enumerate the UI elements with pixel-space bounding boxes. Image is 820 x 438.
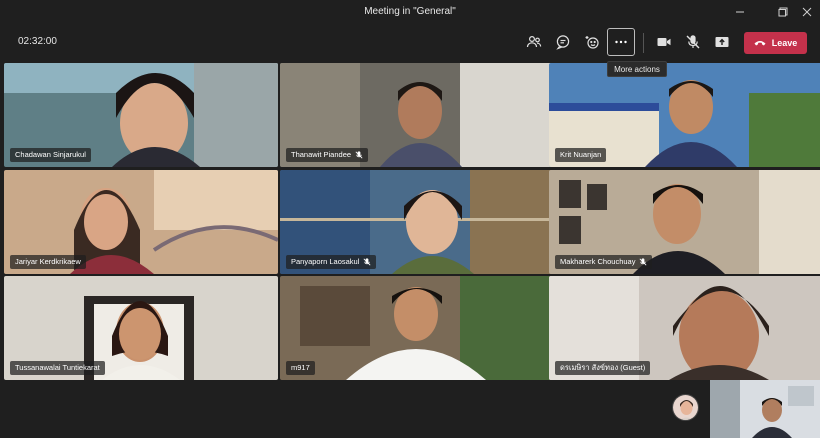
self-video-preview[interactable] xyxy=(710,380,820,438)
avatar-image xyxy=(673,395,698,420)
participant-name-tag: ดรเมษิรา สังข์ทอง (Guest) xyxy=(555,361,651,375)
more-actions-tooltip: More actions xyxy=(607,61,667,77)
video-feed xyxy=(280,276,554,380)
mic-off-icon xyxy=(355,151,363,159)
phone-hangup-icon xyxy=(754,41,766,46)
chat-button[interactable] xyxy=(549,28,577,56)
participant-name-tag: Panyaporn Laosakul xyxy=(286,255,377,269)
participant-name: Krit Nuanjan xyxy=(560,150,602,159)
participant-tile[interactable]: Thanawit Piandee xyxy=(280,63,554,167)
leave-label: Leave xyxy=(771,38,798,48)
meeting-toolbar: 02:32:00 Leave xyxy=(0,24,820,60)
mic-off-icon xyxy=(639,258,647,266)
participant-name: Thanawit Piandee xyxy=(291,150,352,159)
minimize-icon xyxy=(736,11,744,13)
participant-name-tag: Thanawit Piandee xyxy=(286,148,369,162)
participant-tile[interactable]: Chadawan Sinjarukul xyxy=(4,63,278,167)
leave-button[interactable]: Leave xyxy=(744,32,807,54)
meeting-timer: 02:32:00 xyxy=(18,36,57,47)
participant-name: Makharerk Chouchuay xyxy=(560,257,636,266)
participant-tile[interactable]: Tussanawalai Tuntiekarat xyxy=(4,276,278,380)
maximize-button[interactable] xyxy=(770,2,796,22)
participant-name-tag: Jariyar Kerdkrikaew xyxy=(10,255,86,269)
title-bar: Meeting in "General" xyxy=(0,0,820,24)
minimize-button[interactable] xyxy=(727,2,753,22)
share-icon xyxy=(715,37,729,47)
chat-icon xyxy=(556,35,570,50)
participant-name: Jariyar Kerdkrikaew xyxy=(15,257,81,266)
participant-tile[interactable]: m917 xyxy=(280,276,554,380)
close-button[interactable] xyxy=(794,2,820,22)
close-icon xyxy=(802,7,812,17)
toolbar-divider xyxy=(643,33,644,53)
window-title: Meeting in "General" xyxy=(364,6,456,17)
more-icon xyxy=(615,40,627,44)
camera-icon xyxy=(657,38,671,46)
mic-off-icon xyxy=(686,35,700,49)
participant-tile[interactable]: Jariyar Kerdkrikaew xyxy=(4,170,278,274)
participant-name-tag: Tussanawalai Tuntiekarat xyxy=(10,361,105,375)
more-actions-button[interactable] xyxy=(607,28,635,56)
people-icon xyxy=(526,35,542,48)
participant-name-tag: m917 xyxy=(286,361,315,375)
microphone-button[interactable] xyxy=(679,28,707,56)
maximize-icon xyxy=(778,7,788,17)
mic-off-icon xyxy=(363,258,371,266)
participant-tile[interactable]: ดรเมษิรา สังข์ทอง (Guest) xyxy=(549,276,820,380)
participant-name: m917 xyxy=(291,363,310,372)
participant-tile[interactable]: Krit Nuanjan xyxy=(549,63,820,167)
participant-name: Tussanawalai Tuntiekarat xyxy=(15,363,100,372)
participant-name: ดรเมษิรา สังข์ทอง (Guest) xyxy=(560,363,646,372)
participant-name-tag: Chadawan Sinjarukul xyxy=(10,148,91,162)
participant-name: Chadawan Sinjarukul xyxy=(15,150,86,159)
reactions-button[interactable] xyxy=(578,28,606,56)
participant-name: Panyaporn Laosakul xyxy=(291,257,360,266)
reactions-icon xyxy=(585,36,599,49)
participant-name-tag: Krit Nuanjan xyxy=(555,148,607,162)
participant-avatar[interactable] xyxy=(672,394,699,421)
participant-tile[interactable]: Panyaporn Laosakul xyxy=(280,170,554,274)
self-video-feed xyxy=(710,380,820,438)
participants-button[interactable] xyxy=(520,28,548,56)
share-button[interactable] xyxy=(708,28,736,56)
camera-button[interactable] xyxy=(650,28,678,56)
participant-name-tag: Makharerk Chouchuay xyxy=(555,255,653,269)
participant-tile[interactable]: Makharerk Chouchuay xyxy=(549,170,820,274)
